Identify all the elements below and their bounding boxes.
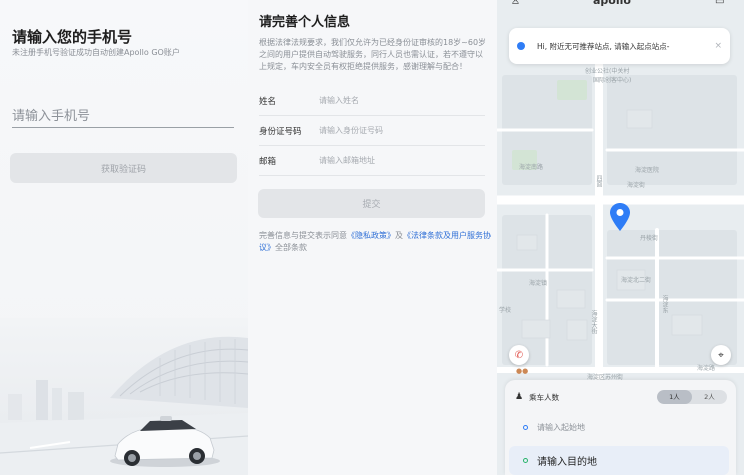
user-icon[interactable]: ♙ [511, 0, 520, 7]
login-subtitle: 未注册手机号验证成功自动创建Apollo GO账户 [12, 48, 180, 57]
destination-dot-icon [523, 458, 528, 463]
passenger-count-selector[interactable]: 1人 2人 [657, 390, 727, 404]
tip-dot-icon [517, 42, 525, 50]
booking-sheet: ♟ 乘车人数 1人 2人 请输入起始地 请输入目的地 [505, 380, 736, 475]
map-label-poi-2: 国际创客中心) [593, 77, 632, 84]
map-label-poi-9: 海淀镇 [529, 280, 548, 287]
apollo-logo: apollo [593, 0, 631, 7]
map-label-road-1: 海淀大街 [590, 310, 597, 334]
map-label-poi-3: 海淀医院 [635, 167, 660, 174]
personal-info-screen: 请完善个人信息 根据法律法规要求，我们仅允许为已经身份证审核的18岁~60岁之间… [248, 0, 497, 475]
map-label-poi-6: 海淀南路 [519, 164, 544, 171]
message-icon[interactable]: ▭ [715, 0, 724, 7]
privacy-policy-link[interactable]: 《隐私政策》 [347, 231, 395, 240]
passenger-label: 乘车人数 [529, 392, 560, 402]
agreement-and: 及 [395, 231, 403, 240]
profile-title: 请完善个人信息 [259, 15, 351, 30]
passenger-row: ♟ 乘车人数 1人 2人 [515, 390, 727, 404]
start-dot-icon [523, 425, 528, 430]
passenger-option-2[interactable]: 2人 [692, 390, 727, 404]
map-label-poi-1: 创业公社(中关村 [585, 68, 630, 75]
id-number-row: 身份证号码 [259, 116, 485, 146]
map-label-poi-7: 海淀北二街 [621, 277, 652, 284]
start-location-input[interactable]: 请输入起始地 [537, 422, 585, 433]
id-number-label: 身份证号码 [259, 126, 302, 137]
get-code-button[interactable]: 获取验证码 [10, 153, 237, 183]
locate-icon[interactable]: ⌖ [711, 345, 731, 365]
map-label-road-5: 海淀路 [697, 365, 716, 372]
map-label-poi-8: 学校 [499, 307, 512, 314]
map-label-road-4: 海淀东 [661, 295, 668, 313]
phone-icon[interactable]: ✆ [509, 345, 529, 365]
destination-input[interactable]: 请输入目的地 [537, 453, 597, 468]
phone-input[interactable] [12, 106, 234, 128]
agreement-prefix: 完善信息与提交表示同意 [259, 231, 347, 240]
tip-text: Hi, 附近无可推荐站点, 请输入起点站点- [537, 41, 670, 51]
map-label-road-3: 四面 [595, 175, 602, 187]
map-screen: 创业公社(中关村 国际创客中心) 海淀医院 丹棱街 海淀街 海淀南路 海淀北二街… [497, 0, 744, 475]
agreement-suffix: 全部条款 [275, 243, 307, 252]
legal-notice: 根据法律法规要求，我们仅允许为已经身份证审核的18岁~60岁之间的用户提供自动驾… [259, 38, 487, 71]
name-label: 姓名 [259, 96, 277, 107]
map-label-poi-4: 丹棱街 [640, 235, 659, 242]
hero-illustration [0, 318, 248, 475]
location-pin-icon [610, 203, 630, 231]
email-input[interactable] [319, 156, 485, 165]
traffic-light-icon: ●● [516, 367, 529, 375]
start-location-row[interactable]: 请输入起始地 [523, 422, 585, 433]
name-row: 姓名 [259, 86, 485, 116]
phone-login-screen: 请输入您的手机号 未注册手机号验证成功自动创建Apollo GO账户 获取验证码 [0, 0, 248, 475]
destination-row[interactable]: 请输入目的地 [509, 446, 729, 475]
map-label-poi-5: 海淀街 [627, 182, 646, 189]
email-label: 邮箱 [259, 156, 277, 167]
submit-button[interactable]: 提交 [258, 189, 485, 218]
email-row: 邮箱 [259, 146, 485, 176]
nearby-station-tip: Hi, 附近无可推荐站点, 请输入起点站点- × [509, 28, 730, 64]
agreement-text: 完善信息与提交表示同意《隐私政策》及《法律条款及用户服务协议》全部条款 [259, 230, 491, 254]
login-title: 请输入您的手机号 [12, 28, 133, 46]
person-icon: ♟ [515, 392, 524, 402]
name-input[interactable] [319, 96, 485, 105]
id-number-input[interactable] [319, 126, 485, 135]
close-icon[interactable]: × [714, 41, 722, 51]
passenger-option-1[interactable]: 1人 [657, 390, 692, 404]
